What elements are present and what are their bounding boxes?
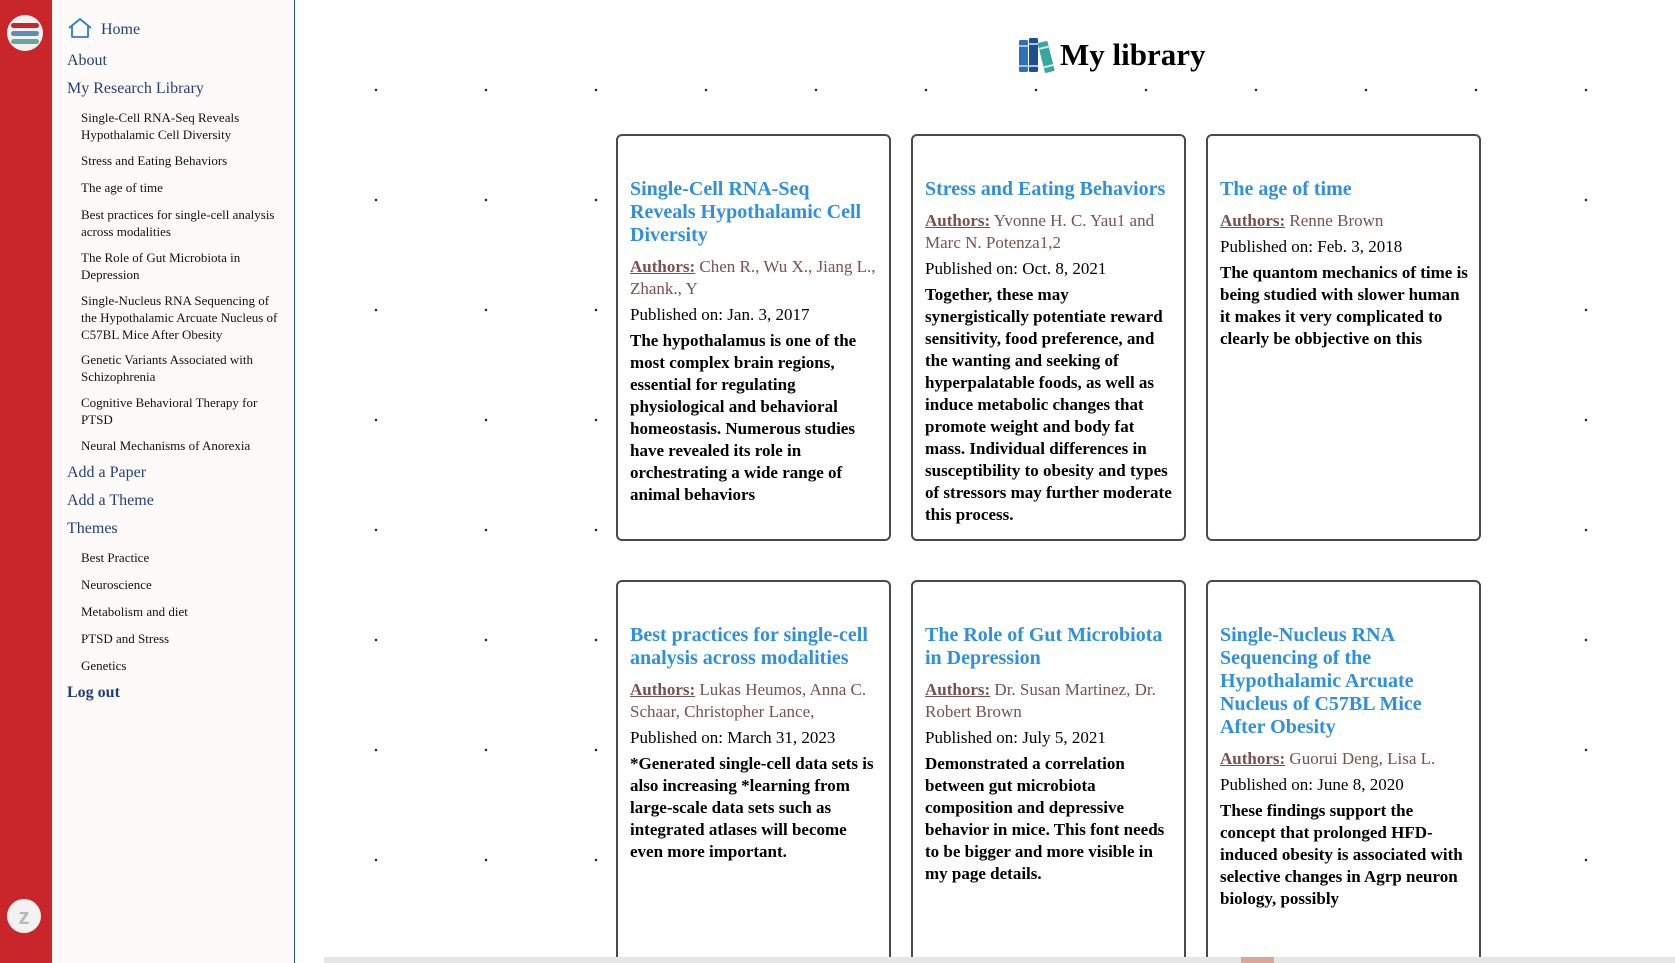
paper-card-abstract: The hypothalamus is one of the most comp… — [630, 331, 857, 504]
sidebar-paper-link[interactable]: Single-Nucleus RNA Sequencing of the Hyp… — [81, 292, 286, 343]
paper-card-title[interactable]: The Role of Gut Microbiota in Depression — [925, 624, 1174, 670]
paper-card-title[interactable]: Single-Nucleus RNA Sequencing of the Hyp… — [1220, 624, 1469, 739]
app-rail: z — [0, 0, 52, 963]
authors-label: Authors: — [925, 680, 991, 699]
paper-card-authors: Authors: Guorui Deng, Lisa L. — [1220, 748, 1469, 770]
page-title-text: My library — [1060, 37, 1206, 72]
paper-card-title[interactable]: Single-Cell RNA-Seq Reveals Hypothalamic… — [630, 178, 879, 247]
sidebar-paper-link[interactable]: Best practices for single-cell analysis … — [81, 206, 286, 240]
paper-card-abstract: *Generated single-cell data sets is also… — [630, 754, 874, 861]
authors-label: Authors: — [1220, 749, 1286, 768]
nav-research-library[interactable]: My Research Library — [67, 80, 292, 98]
nav-add-theme[interactable]: Add a Theme — [67, 492, 292, 510]
books-icon — [1019, 38, 1055, 73]
published-label: Published on: — [925, 728, 1019, 747]
paper-card-title[interactable]: The age of time — [1220, 178, 1469, 201]
paper-card-authors: Authors: Lukas Heumos, Anna C. Schaar, C… — [630, 679, 879, 723]
published-date: Jan. 3, 2017 — [727, 305, 810, 324]
paper-card-published: Published on: June 8, 2020 — [1220, 774, 1469, 796]
published-label: Published on: — [1220, 775, 1314, 794]
nav-home-label: Home — [101, 21, 141, 38]
library-main: My library Single-Cell RNA-Seq Reveals H… — [296, 0, 1675, 963]
paper-card-abstract: Together, these may synergistically pote… — [925, 285, 1172, 524]
published-label: Published on: — [925, 259, 1019, 278]
sidebar-paper-link[interactable]: Single-Cell RNA-Seq Reveals Hypothalamic… — [81, 109, 286, 143]
user-avatar[interactable]: z — [7, 899, 41, 933]
paper-card-authors: Authors: Chen R., Wu X., Jiang L., Zhank… — [630, 256, 879, 300]
published-label: Published on: — [630, 305, 724, 324]
paper-card-authors: Authors: Renne Brown — [1220, 210, 1469, 232]
published-date: Feb. 3, 2018 — [1317, 237, 1403, 256]
nav-add-paper[interactable]: Add a Paper — [67, 464, 292, 482]
sidebar-paper-link[interactable]: The age of time — [81, 179, 286, 196]
published-date: July 5, 2021 — [1022, 728, 1106, 747]
paper-card: The Role of Gut Microbiota in Depression… — [911, 580, 1186, 963]
authors-label: Authors: — [925, 211, 991, 230]
paper-card-published: Published on: Oct. 8, 2021 — [925, 258, 1174, 280]
paper-card-published: Published on: July 5, 2021 — [925, 727, 1174, 749]
sidebar-paper-link[interactable]: The Role of Gut Microbiota in Depression — [81, 249, 286, 283]
logo-stripe — [11, 31, 39, 36]
page-title: My library — [1016, 34, 1206, 76]
logo-stripe — [11, 39, 39, 44]
sidebar-theme-link[interactable]: Metabolism and diet — [81, 603, 286, 620]
authors-label: Authors: — [1220, 211, 1286, 230]
books-logo-icon[interactable] — [7, 15, 43, 51]
paper-card-published: Published on: Jan. 3, 2017 — [630, 304, 879, 326]
authors-label: Authors: — [630, 257, 696, 276]
sidebar-paper-link[interactable]: Neural Mechanisms of Anorexia — [81, 437, 286, 454]
scrollbar-thumb[interactable] — [1241, 957, 1274, 963]
paper-card-title[interactable]: Stress and Eating Behaviors — [925, 178, 1174, 201]
paper-card: Stress and Eating Behaviors Authors: Yvo… — [911, 134, 1186, 541]
paper-card-abstract: Demonstrated a correlation between gut m… — [925, 754, 1165, 883]
authors-label: Authors: — [630, 680, 696, 699]
paper-card: Single-Cell RNA-Seq Reveals Hypothalamic… — [616, 134, 891, 541]
paper-card-authors: Authors: Dr. Susan Martinez, Dr. Robert … — [925, 679, 1174, 723]
authors-value: Renne Brown — [1289, 211, 1384, 230]
sidebar-paper-link[interactable]: Cognitive Behavioral Therapy for PTSD — [81, 394, 286, 428]
paper-card-title[interactable]: Best practices for single-cell analysis … — [630, 624, 879, 670]
sidebar-theme-link[interactable]: Genetics — [81, 657, 286, 674]
paper-card-published: Published on: Feb. 3, 2018 — [1220, 236, 1469, 258]
nav-logout[interactable]: Log out — [67, 684, 292, 702]
sidebar-theme-link[interactable]: Best Practice — [81, 549, 286, 566]
paper-card-authors: Authors: Yvonne H. C. Yau1 and Marc N. P… — [925, 210, 1174, 254]
sidebar: Home About My Research Library Single-Ce… — [52, 0, 295, 963]
paper-card: Single-Nucleus RNA Sequencing of the Hyp… — [1206, 580, 1481, 963]
published-date: June 8, 2020 — [1317, 775, 1404, 794]
nav-themes[interactable]: Themes — [67, 520, 292, 538]
sidebar-theme-link[interactable]: Neuroscience — [81, 576, 286, 593]
horizontal-scrollbar[interactable] — [324, 957, 1675, 963]
paper-card: The age of time Authors: Renne Brown Pub… — [1206, 134, 1481, 541]
sidebar-theme-link[interactable]: PTSD and Stress — [81, 630, 286, 647]
nav-about[interactable]: About — [67, 52, 292, 70]
paper-card-abstract: The quantom mechanics of time is being s… — [1220, 263, 1468, 348]
authors-value: Guorui Deng, Lisa L. — [1289, 749, 1436, 768]
paper-card-abstract: These findings support the concept that … — [1220, 801, 1463, 908]
published-date: March 31, 2023 — [727, 728, 836, 747]
home-icon — [68, 18, 92, 38]
sidebar-paper-link[interactable]: Genetic Variants Associated with Schizop… — [81, 351, 286, 385]
published-label: Published on: — [1220, 237, 1314, 256]
logo-stripe — [11, 23, 39, 28]
nav-home[interactable]: Home — [67, 17, 292, 39]
published-label: Published on: — [630, 728, 724, 747]
paper-card: Best practices for single-cell analysis … — [616, 580, 891, 963]
sidebar-paper-link[interactable]: Stress and Eating Behaviors — [81, 152, 286, 169]
published-date: Oct. 8, 2021 — [1022, 259, 1107, 278]
paper-card-published: Published on: March 31, 2023 — [630, 727, 879, 749]
